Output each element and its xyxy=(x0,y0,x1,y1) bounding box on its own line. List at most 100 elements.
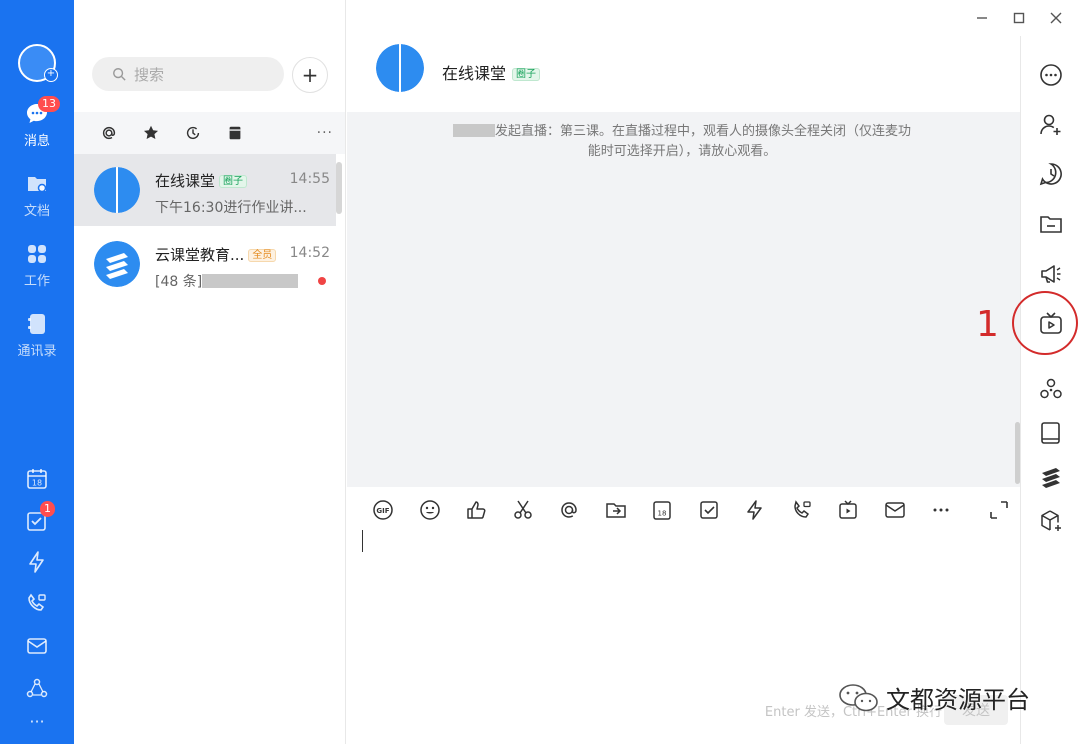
stripes-logo-icon xyxy=(1042,468,1060,488)
all-staff-tag: 全员 xyxy=(248,249,277,262)
nav-contacts[interactable]: 通讯录 xyxy=(0,312,74,359)
book-icon xyxy=(1041,422,1060,444)
right-tool-column xyxy=(1020,36,1080,744)
filter-more-button[interactable]: ··· xyxy=(317,125,333,141)
live-button[interactable] xyxy=(825,499,872,521)
gif-icon: GIF xyxy=(373,500,393,520)
mail-button[interactable] xyxy=(872,499,919,521)
mail-shortcut[interactable] xyxy=(0,634,74,658)
todo-shortcut[interactable]: 1 xyxy=(0,501,74,533)
nav-docs[interactable]: 文档 xyxy=(0,172,74,219)
task-button[interactable] xyxy=(686,499,733,521)
files-button[interactable] xyxy=(1038,211,1064,237)
cloud-class-app-button[interactable] xyxy=(1038,464,1064,490)
wechat-logo-icon xyxy=(839,683,878,711)
svg-text:18: 18 xyxy=(658,510,667,518)
nav-work-label: 工作 xyxy=(23,274,50,289)
chat-item-cloud-class[interactable]: 云课堂教育... 全员 14:52 [48 条] xyxy=(74,228,336,300)
lightning-icon xyxy=(29,551,44,573)
calendar-button[interactable]: 18 xyxy=(639,499,686,521)
phone-video-icon xyxy=(793,500,811,518)
filter-bar: ··· xyxy=(74,112,345,154)
close-button[interactable] xyxy=(1046,8,1066,28)
watermark: 文都资源平台 xyxy=(838,680,1030,715)
clock-bubble-icon xyxy=(1039,163,1062,186)
annotation-number: 1 xyxy=(976,304,999,345)
notebook-button[interactable] xyxy=(1038,420,1064,446)
expand-composer-button[interactable] xyxy=(988,499,1010,525)
like-button[interactable] xyxy=(453,499,500,521)
filter-archive[interactable] xyxy=(214,124,256,142)
annotation-circle xyxy=(1012,291,1078,355)
mail-icon xyxy=(27,638,47,654)
call-shortcut[interactable] xyxy=(0,592,74,616)
archive-icon xyxy=(229,126,241,140)
chat-title: 在线课堂 圈子 xyxy=(442,60,541,84)
network-icon xyxy=(26,678,48,698)
announcement-button[interactable] xyxy=(1038,261,1064,287)
minimize-button[interactable] xyxy=(972,8,992,28)
add-status-icon: + xyxy=(44,68,58,82)
filter-starred[interactable] xyxy=(130,124,172,142)
live-tv-icon xyxy=(839,500,857,519)
mention-button[interactable] xyxy=(546,499,593,521)
gif-button[interactable]: GIF xyxy=(360,499,407,521)
circles-cluster-icon xyxy=(1040,378,1062,399)
more-circle-icon xyxy=(1040,64,1062,86)
nav-messages[interactable]: 消息 13 xyxy=(0,96,74,149)
clock-icon xyxy=(186,126,200,140)
chat-item-online-class[interactable]: 在线课堂 圈子 14:55 下午16:30进行作业讲... xyxy=(74,154,336,226)
nav-messages-label: 消息 xyxy=(23,134,50,149)
add-app-button[interactable] xyxy=(1038,508,1064,534)
chat-name: 云课堂教育... 全员 xyxy=(155,244,277,265)
circle-tag: 圈子 xyxy=(512,68,541,81)
conversation-scrollbar[interactable] xyxy=(336,162,342,214)
watermark-text: 文都资源平台 xyxy=(886,686,1030,714)
user-avatar[interactable]: + xyxy=(18,44,58,82)
group-avatar xyxy=(94,167,140,213)
minimize-icon xyxy=(977,17,987,19)
mail-icon xyxy=(885,502,905,518)
filter-mentions[interactable] xyxy=(88,124,130,142)
unread-dot xyxy=(318,277,326,285)
history-button[interactable] xyxy=(1038,161,1064,187)
chat-time: 14:55 xyxy=(289,171,330,187)
calendar-shortcut[interactable]: 18 xyxy=(0,467,74,491)
call-button[interactable] xyxy=(779,499,826,521)
flash-button[interactable] xyxy=(732,499,779,521)
chat-name: 在线课堂 圈子 xyxy=(155,170,248,191)
maximize-button[interactable] xyxy=(1009,8,1029,28)
maximize-icon xyxy=(1013,12,1025,24)
unread-badge: 13 xyxy=(38,96,60,112)
phone-video-icon xyxy=(28,593,46,611)
filter-recent[interactable] xyxy=(172,124,214,142)
megaphone-icon xyxy=(1041,265,1061,283)
text-caret xyxy=(362,530,363,552)
smiley-icon xyxy=(420,500,440,520)
search-icon xyxy=(113,68,126,81)
emoji-button[interactable] xyxy=(407,499,454,521)
contacts-book-icon xyxy=(28,314,45,334)
group-shortcut[interactable] xyxy=(0,677,74,701)
redacted-name xyxy=(452,124,495,137)
at-icon xyxy=(561,502,578,518)
file-button[interactable] xyxy=(593,499,640,521)
more-tools-button[interactable] xyxy=(918,499,965,521)
calendar-icon: 18 xyxy=(27,469,47,489)
star-icon xyxy=(143,125,159,140)
screenshot-button[interactable] xyxy=(500,499,547,521)
nav-work[interactable]: 工作 xyxy=(0,242,74,289)
nav-contacts-label: 通讯录 xyxy=(17,344,57,359)
chat-info-button[interactable] xyxy=(1038,62,1064,88)
add-button[interactable]: + xyxy=(292,57,328,93)
message-list: 发起直播：第三课。在直播过程中，观看人的摄像头全程关闭（仅连麦功能时可选择开启）… xyxy=(347,112,1020,487)
search-input[interactable]: 搜索 xyxy=(92,57,284,91)
expand-icon xyxy=(990,501,1008,519)
group-apps-button[interactable] xyxy=(1038,376,1064,402)
folder-send-icon xyxy=(606,503,626,518)
flash-shortcut[interactable] xyxy=(0,550,74,574)
scissors-icon xyxy=(514,500,532,519)
group-avatar[interactable] xyxy=(376,44,424,92)
more-apps[interactable]: ··· xyxy=(0,712,74,731)
add-member-button[interactable] xyxy=(1038,112,1064,138)
